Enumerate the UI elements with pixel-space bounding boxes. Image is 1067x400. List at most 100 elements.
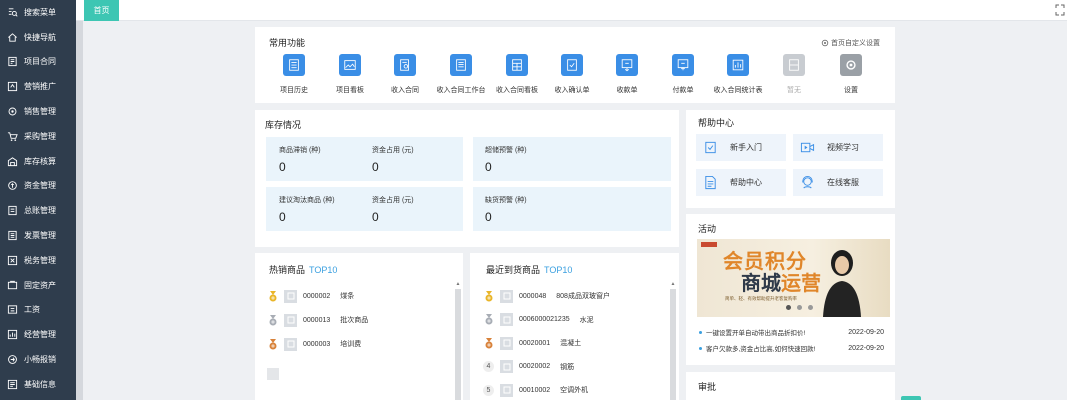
product-row[interactable]: 0000013 批次商品 bbox=[267, 313, 368, 327]
clipboard-check-icon bbox=[704, 141, 716, 154]
inventory-stat: 资金占用 (元) 0 bbox=[372, 195, 414, 224]
scroll-up-arrow[interactable]: ▲ bbox=[455, 281, 461, 287]
function-shortcut[interactable]: 收款单 bbox=[597, 54, 657, 95]
recent-scrollbar[interactable] bbox=[670, 289, 676, 400]
carousel-dot[interactable] bbox=[808, 305, 813, 310]
function-shortcut[interactable]: 收入合同工作台 bbox=[431, 54, 491, 95]
scroll-up-arrow[interactable]: ▲ bbox=[670, 281, 676, 287]
sidebar-item[interactable]: 搜索菜单 bbox=[0, 0, 76, 25]
sidebar-item[interactable]: 销售管理 bbox=[0, 99, 76, 124]
activity-news-item[interactable]: 一键设置开单自动带出商品折扣价! 2022-09-20 bbox=[699, 327, 884, 337]
image-placeholder-icon bbox=[287, 292, 294, 300]
medal-icon bbox=[483, 337, 494, 349]
sidebar-item[interactable]: 基础信息 bbox=[0, 372, 76, 397]
common-functions-card: 常用功能 首页自定义设置 项目历史 项目看板 收入合同 收入合同工作台 收入合同看板 收入… bbox=[255, 27, 895, 103]
sidebar-item[interactable]: 工资 bbox=[0, 298, 76, 323]
fullscreen-icon[interactable] bbox=[1055, 4, 1065, 16]
help-item[interactable]: 帮助中心 bbox=[696, 169, 786, 196]
sidebar-item[interactable]: 固定资产 bbox=[0, 273, 76, 298]
function-shortcut[interactable]: 暂无 bbox=[764, 54, 824, 95]
product-row[interactable]: 0006000021235 水泥 bbox=[483, 313, 594, 327]
asset-icon bbox=[6, 279, 18, 291]
sidebar-item[interactable]: 税务管理 bbox=[0, 248, 76, 273]
recent-arrivals-title: 最近到货商品 TOP10 bbox=[486, 263, 572, 276]
function-shortcut[interactable]: 付款单 bbox=[653, 54, 713, 95]
help-item[interactable]: 在线客服 bbox=[793, 169, 883, 196]
sidebar-item[interactable]: 资金管理 bbox=[0, 174, 76, 199]
check-doc-icon bbox=[567, 59, 577, 71]
product-row[interactable]: 0000003 培训费 bbox=[267, 337, 361, 351]
product-thumbnail bbox=[500, 383, 513, 397]
carousel-dot[interactable] bbox=[786, 305, 791, 310]
image-placeholder-icon bbox=[287, 340, 294, 348]
sidebar-item-label: 销售管理 bbox=[24, 107, 56, 117]
sidebar-item[interactable]: 营销推广 bbox=[0, 74, 76, 99]
sidebar-item[interactable]: 快捷导航 bbox=[0, 25, 76, 50]
product-code: 0000002 bbox=[303, 292, 331, 300]
rank-number: 5 bbox=[483, 384, 494, 396]
tab-home[interactable]: 首页 bbox=[84, 0, 119, 21]
hot-products-title: 热销商品 TOP10 bbox=[269, 263, 337, 276]
function-shortcut[interactable]: 项目看板 bbox=[320, 54, 380, 95]
product-row[interactable]: 0000048 808成品双玻窗户 bbox=[483, 289, 610, 303]
presenter-image bbox=[823, 250, 861, 317]
inventory-stat: 缺货预警 (种) 0 bbox=[485, 195, 527, 224]
bullet-icon bbox=[699, 346, 702, 350]
sidebar-item-label: 总账管理 bbox=[24, 206, 56, 216]
product-name: 空调外机 bbox=[560, 387, 589, 394]
help-item-label: 在线客服 bbox=[827, 178, 859, 187]
product-row[interactable]: 5 00010002 空调外机 bbox=[483, 383, 588, 397]
ledger-icon bbox=[6, 205, 18, 217]
function-shortcut[interactable]: 收入确认单 bbox=[542, 54, 602, 95]
sidebar-item[interactable]: 采购管理 bbox=[0, 124, 76, 149]
sidebar-item[interactable]: 小畅报销 bbox=[0, 347, 76, 372]
activity-banner[interactable]: 会员积分 商城运营 简单、轻、有效帮助提升老客复购率 bbox=[697, 239, 890, 317]
tax-icon bbox=[7, 255, 17, 265]
settings-icon bbox=[840, 54, 862, 76]
floating-action-button[interactable] bbox=[901, 396, 921, 400]
product-row[interactable]: 0000002 煤条 bbox=[267, 289, 354, 303]
contract-search-icon bbox=[394, 54, 416, 76]
inventory-stat-label: 超储预警 (种) bbox=[485, 147, 527, 154]
contract-icon bbox=[6, 56, 18, 68]
function-shortcut[interactable]: 收入合同 bbox=[375, 54, 435, 95]
recent-arrivals-label: 最近到货商品 bbox=[486, 265, 541, 275]
function-shortcut[interactable]: 收入合同看板 bbox=[487, 54, 547, 95]
product-row[interactable]: 4 00020002 钢筋 bbox=[483, 360, 574, 374]
help-item[interactable]: 新手入门 bbox=[696, 134, 786, 161]
sidebar-item[interactable]: 经营管理 bbox=[0, 322, 76, 347]
megaphone-icon bbox=[7, 82, 17, 92]
product-code: 0000013 bbox=[303, 316, 331, 324]
inventory-stat-label: 建议淘汰商品 (种) bbox=[279, 197, 335, 204]
sidebar-item[interactable]: 总账管理 bbox=[0, 198, 76, 223]
coin-icon bbox=[7, 181, 17, 191]
sidebar-item[interactable]: 发票管理 bbox=[0, 223, 76, 248]
banner-line2b: 运营 bbox=[781, 273, 821, 295]
product-code: 00020002 bbox=[519, 363, 551, 370]
help-center-title: 帮助中心 bbox=[698, 118, 735, 128]
receipt-in-icon bbox=[621, 59, 633, 72]
invoice-icon bbox=[7, 230, 17, 241]
history-doc-icon bbox=[289, 59, 299, 71]
help-item-label: 帮助中心 bbox=[730, 178, 762, 187]
contract-icon bbox=[7, 57, 17, 67]
hot-products-card: 热销商品 TOP10 0000002 煤条 0000013 批次商品 0000003 培训费… bbox=[255, 253, 463, 400]
function-shortcut[interactable]: 设置 bbox=[821, 54, 881, 95]
function-shortcut[interactable]: 项目历史 bbox=[264, 54, 324, 95]
help-item[interactable]: 视频学习 bbox=[793, 134, 883, 161]
image-placeholder-icon bbox=[503, 316, 510, 323]
carousel-dot[interactable] bbox=[797, 305, 802, 310]
custom-settings-link[interactable]: 首页自定义设置 bbox=[821, 38, 880, 48]
cart-icon bbox=[6, 130, 18, 142]
hot-scrollbar[interactable] bbox=[455, 289, 461, 400]
coin-icon bbox=[6, 180, 18, 192]
tax-icon bbox=[6, 254, 18, 266]
product-name: 钢筋 bbox=[560, 363, 575, 371]
activity-news-item[interactable]: 客户欠款多,资金占比高,如何快速回款! 2022-09-20 bbox=[699, 343, 884, 353]
sidebar-item[interactable]: 库存核算 bbox=[0, 149, 76, 174]
sidebar-item[interactable]: 项目合同 bbox=[0, 50, 76, 75]
sidebar-item-label: 采购管理 bbox=[24, 131, 56, 141]
function-shortcut[interactable]: 收入合同统计表 bbox=[708, 54, 768, 95]
product-row[interactable]: 00020001 混凝土 bbox=[483, 336, 581, 350]
news-title: 一键设置开单自动带出商品折扣价! bbox=[706, 330, 806, 337]
